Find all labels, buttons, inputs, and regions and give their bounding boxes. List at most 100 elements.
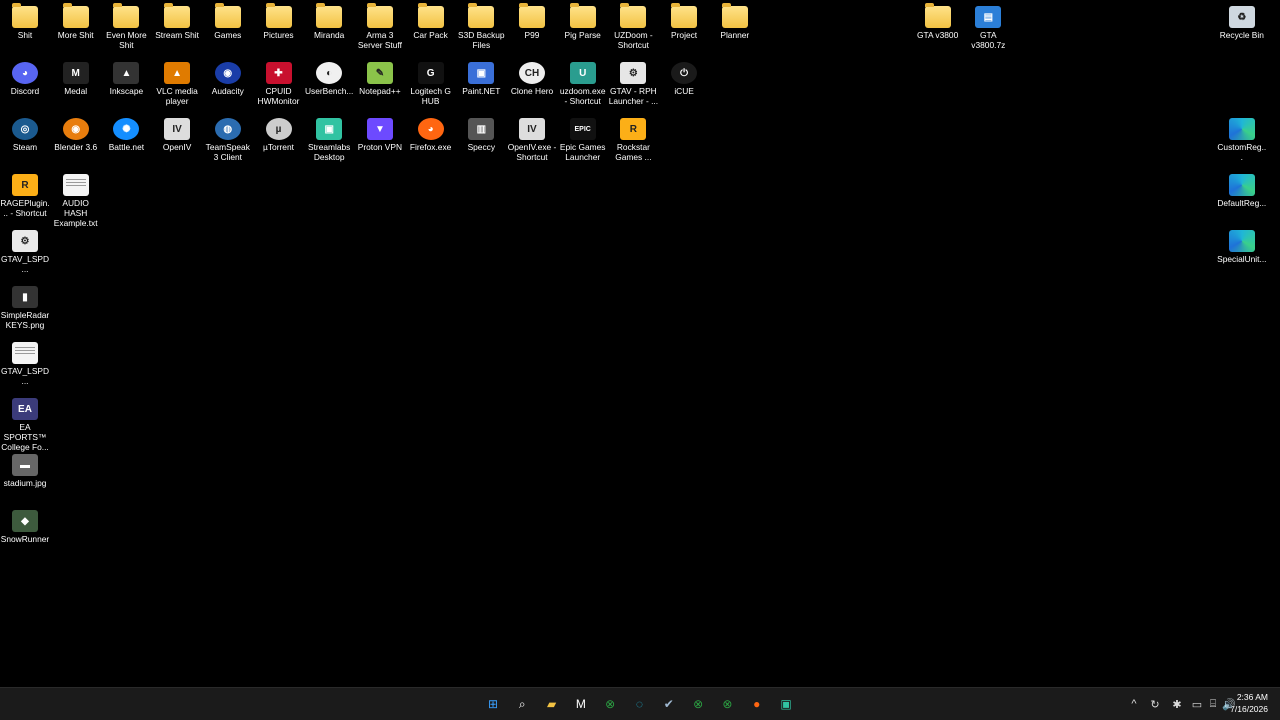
firefox-taskbar-button[interactable]: ● bbox=[747, 694, 767, 714]
bluetooth-tray-icon[interactable]: ✱ bbox=[1170, 697, 1184, 711]
desktop-icon[interactable]: ▤ GTA v3800.7z bbox=[962, 2, 1014, 50]
desktop-icon[interactable]: ▥ Speccy bbox=[455, 114, 507, 152]
desktop-icon[interactable]: ▲ VLC media player bbox=[151, 58, 203, 106]
desktop-icon[interactable]: Project bbox=[658, 2, 710, 40]
file-explorer-button[interactable]: ▰ bbox=[542, 694, 562, 714]
desktop-icon[interactable]: ✚ CPUID HWMonitor bbox=[253, 58, 305, 106]
desktop-icon[interactable]: CustomReg... bbox=[1216, 114, 1268, 162]
png-file-icon: ▮ bbox=[12, 286, 38, 308]
desktop-icon[interactable]: ▬ stadium.jpg bbox=[0, 450, 51, 488]
desktop-icon-label: Streamlabs Desktop bbox=[308, 142, 351, 162]
desktop-icon[interactable]: ♻ Recycle Bin bbox=[1216, 2, 1268, 40]
uzdoom-icon: U bbox=[569, 62, 596, 84]
desktop-icon[interactable]: ▮ SimpleRadar KEYS.png bbox=[0, 282, 51, 330]
display-tray-icon[interactable]: ▭ bbox=[1190, 697, 1204, 711]
desktop-icon[interactable]: ⚙ GTAV_LSPD... bbox=[0, 226, 51, 274]
edge-taskbar-button[interactable]: ◌ bbox=[630, 694, 650, 714]
desktop-icon[interactable]: P99 bbox=[506, 2, 558, 40]
desktop-icon[interactable]: M Medal bbox=[50, 58, 102, 96]
desktop-icon[interactable]: Car Pack bbox=[405, 2, 457, 40]
show-hidden-icons[interactable]: ^ bbox=[1127, 697, 1141, 711]
desktop-icon-label: More Shit bbox=[57, 30, 94, 40]
desktop-icon-label: Rockstar Games ... bbox=[615, 142, 652, 162]
streamlabs-taskbar-button[interactable]: ▣ bbox=[776, 694, 796, 714]
desktop-icon-label: Games bbox=[214, 30, 242, 40]
desktop-icon[interactable]: ◉ Blender 3.6 bbox=[50, 114, 102, 152]
desktop-icon-label: SnowRunner bbox=[0, 534, 50, 544]
discord-icon: ◕ bbox=[12, 62, 38, 84]
desktop-icon[interactable]: AUDIO HASH Example.txt bbox=[50, 170, 102, 228]
desktop-icon[interactable]: GTAV_LSPD... bbox=[0, 338, 51, 386]
edge-icon: ◌ bbox=[635, 697, 644, 711]
desktop-icon[interactable]: ✺ Battle.net bbox=[100, 114, 152, 152]
desktop-icon[interactable]: ◕ Discord bbox=[0, 58, 51, 96]
desktop-icon[interactable]: Shit bbox=[0, 2, 51, 40]
folder-icon bbox=[164, 3, 191, 28]
desktop-icon[interactable]: ◉ Audacity bbox=[202, 58, 254, 96]
desktop-icon[interactable]: UZDoom - Shortcut bbox=[607, 2, 659, 50]
speccy-icon: ▥ bbox=[468, 118, 495, 140]
desktop-icon[interactable]: Pig Parse bbox=[557, 2, 609, 40]
desktop-icon-label: GTAV_LSPD... bbox=[0, 254, 50, 274]
desktop-icon[interactable]: R Rockstar Games ... bbox=[607, 114, 659, 162]
desktop-icon[interactable]: SpecialUnit... bbox=[1216, 226, 1268, 264]
desktop-icon[interactable]: DefaultReg... bbox=[1216, 170, 1268, 208]
xbox-app-taskbar-button[interactable]: ⊗ bbox=[688, 694, 708, 714]
sync-tray-icon[interactable]: ↻ bbox=[1148, 697, 1162, 711]
desktop-icon[interactable]: EA EA SPORTS™ College Fo... bbox=[0, 394, 51, 452]
desktop-icon[interactable]: ▣ Streamlabs Desktop bbox=[303, 114, 355, 162]
edge-icon bbox=[1228, 118, 1255, 140]
desktop-icon[interactable]: R RAGEPlugin... - Shortcut bbox=[0, 170, 51, 218]
xbox-game-bar-taskbar-button[interactable]: ⊗ bbox=[717, 694, 737, 714]
steam-taskbar-button[interactable]: ✔ bbox=[659, 694, 679, 714]
network-tray-icon[interactable]: ⌸ bbox=[1206, 697, 1220, 711]
desktop-icon[interactable]: More Shit bbox=[50, 2, 102, 40]
archive-icon: ▤ bbox=[975, 6, 1002, 28]
folder-icon bbox=[62, 3, 89, 28]
desktop-icon[interactable]: G Logitech G HUB bbox=[405, 58, 457, 106]
desktop-icon[interactable]: Uuzdoom.exe - Shortcut bbox=[557, 58, 609, 106]
desktop-icon[interactable]: Arma 3 Server Stuff bbox=[354, 2, 406, 50]
desktop-icon-label: Proton VPN bbox=[357, 142, 402, 152]
hwmonitor-icon: ✚ bbox=[265, 62, 292, 84]
desktop-icon[interactable]: Even More Shit bbox=[100, 2, 152, 50]
desktop-icon[interactable]: µ µTorrent bbox=[253, 114, 305, 152]
search-button[interactable]: ⌕ bbox=[512, 694, 532, 714]
desktop-icon[interactable]: ◎ Steam bbox=[0, 114, 51, 152]
desktop-icon-label: Clone Hero bbox=[510, 86, 554, 96]
rageplugin-icon: R bbox=[12, 174, 38, 196]
desktop-icon[interactable]: S3D Backup Files bbox=[455, 2, 507, 50]
desktop-icon-label: AUDIO HASH Example.txt bbox=[53, 198, 98, 228]
xbox-app-icon: ⊗ bbox=[693, 697, 704, 711]
medal-taskbar-button[interactable]: M bbox=[571, 694, 591, 714]
desktop-icon-label: OpenIV bbox=[162, 142, 192, 152]
desktop-icon[interactable]: ▲ Inkscape bbox=[100, 58, 152, 96]
desktop-icon[interactable]: IV OpenIV bbox=[151, 114, 203, 152]
desktop-icon-label: VLC media player bbox=[156, 86, 198, 106]
desktop-icon[interactable]: ⏻ iCUE bbox=[658, 58, 710, 96]
desktop-icon[interactable]: Miranda bbox=[303, 2, 355, 40]
folder-icon bbox=[924, 3, 951, 28]
desktop-icon[interactable]: Games bbox=[202, 2, 254, 40]
desktop-icon[interactable]: IV OpenIV.exe - Shortcut bbox=[506, 114, 558, 162]
volume-tray-icon[interactable]: 🔊 bbox=[1222, 697, 1236, 711]
desktop-icon[interactable]: ◕ Firefox.exe bbox=[405, 114, 457, 152]
desktop-icon[interactable]: EPIC Epic Games Launcher bbox=[557, 114, 609, 162]
desktop-icon[interactable]: ◐ UserBench... bbox=[303, 58, 355, 96]
desktop-icon[interactable]: Planner bbox=[709, 2, 761, 40]
desktop-icon[interactable]: CH Clone Hero bbox=[506, 58, 558, 96]
desktop-icon[interactable]: ▼ Proton VPN bbox=[354, 114, 406, 152]
desktop-icon[interactable]: Pictures bbox=[253, 2, 305, 40]
desktop-icon[interactable]: ✎ Notepad++ bbox=[354, 58, 406, 96]
desktop-icon-label: Logitech G HUB bbox=[410, 86, 451, 106]
xbox-taskbar-button[interactable]: ⊗ bbox=[600, 694, 620, 714]
start-button[interactable]: ⊞ bbox=[483, 694, 503, 714]
desktop-icon-label: Audacity bbox=[211, 86, 244, 96]
desktop-icon[interactable]: ◍ TeamSpeak 3 Client bbox=[202, 114, 254, 162]
desktop-icon[interactable]: ▣ Paint.NET bbox=[455, 58, 507, 96]
chevron-up-icon: ^ bbox=[1131, 698, 1137, 710]
desktop-icon[interactable]: ◆ SnowRunner bbox=[0, 506, 51, 544]
desktop-icon[interactable]: ⚙ GTAV - RPH Launcher - ... bbox=[607, 58, 659, 106]
desktop-icon[interactable]: GTA v3800 bbox=[912, 2, 964, 40]
desktop-icon[interactable]: Stream Shit bbox=[151, 2, 203, 40]
